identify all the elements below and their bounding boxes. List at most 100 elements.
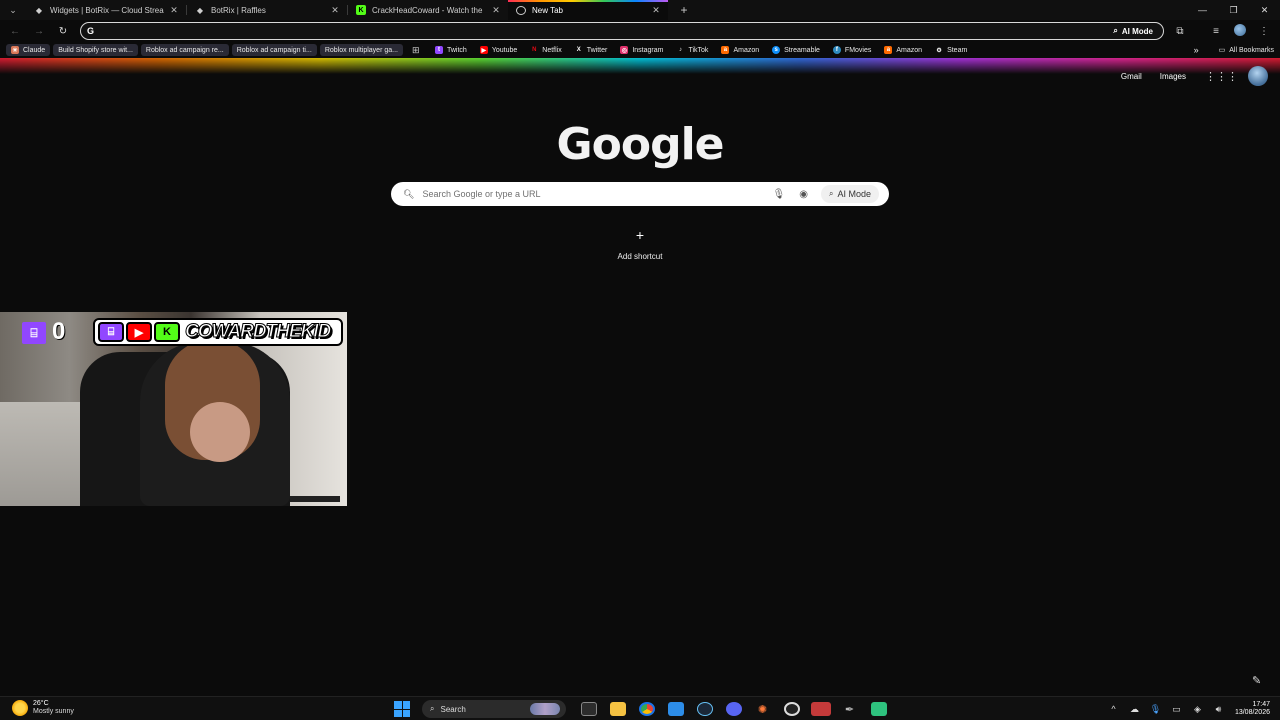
all-bookmarks-link[interactable]: All Bookmarks bbox=[1229, 47, 1274, 54]
tab-strip: ⌄ ◆ Widgets | BotRix — Cloud Strea ✕ ◆ B… bbox=[0, 0, 1280, 20]
bookmark-streamable[interactable]: s Streamable bbox=[767, 44, 825, 56]
omnibox-ai-mode-button[interactable]: ⌕ AI Mode bbox=[1113, 26, 1153, 36]
bookmark-tiktok[interactable]: ♪ TikTok bbox=[671, 44, 713, 56]
bookmark-youtube[interactable]: ▶ Youtube bbox=[475, 44, 522, 56]
taskbar-search[interactable]: ⌕ Search bbox=[422, 700, 566, 718]
window-close-icon[interactable]: ✕ bbox=[1249, 0, 1280, 20]
bookmark-label: Youtube bbox=[491, 46, 518, 54]
webcam-streamer-face bbox=[190, 402, 250, 462]
voicemeeter-icon[interactable] bbox=[806, 697, 835, 720]
discord-icon[interactable] bbox=[719, 697, 748, 720]
reload-icon[interactable]: ↻ bbox=[51, 26, 75, 37]
weather-description: Mostly sunny bbox=[33, 708, 74, 715]
bookmark-roblox-2[interactable]: Roblox ad campaign ti... bbox=[231, 44, 317, 56]
chevron-right-icon[interactable]: » bbox=[1194, 45, 1199, 55]
taskbar-clock[interactable]: 17:47 13/08/2026 bbox=[1235, 701, 1270, 717]
weather-widget[interactable]: 26°C Mostly sunny bbox=[12, 700, 74, 716]
search-icon: ⌕ bbox=[430, 704, 435, 713]
monitor-icon[interactable]: ▭ bbox=[1166, 704, 1187, 715]
chevron-up-icon[interactable]: ^ bbox=[1103, 704, 1124, 714]
obs-icon[interactable] bbox=[777, 697, 806, 720]
search-icon: 🔍︎ bbox=[403, 188, 415, 199]
minimize-icon[interactable]: — bbox=[1187, 0, 1218, 20]
extensions-puzzle-icon[interactable]: ⧉ bbox=[1168, 26, 1192, 37]
google-apps-grid-icon[interactable]: ⋮⋮⋮ bbox=[1205, 70, 1238, 83]
youtube-icon: ▶ bbox=[479, 46, 488, 54]
bookmark-amazon-2[interactable]: a Amazon bbox=[879, 44, 927, 56]
google-lens-icon[interactable]: ◉ bbox=[799, 189, 808, 200]
new-tab-plus-icon[interactable]: + bbox=[674, 3, 694, 17]
ai-mode-label: AI Mode bbox=[837, 189, 871, 199]
tab-widgets-botrix[interactable]: ◆ Widgets | BotRix — Cloud Strea ✕ bbox=[26, 0, 186, 20]
media-controls-icon[interactable]: ≡ bbox=[1204, 26, 1228, 37]
bookmark-claude[interactable]: ✳ Claude bbox=[6, 44, 51, 56]
microphone-icon[interactable]: 🎙︎ bbox=[773, 189, 786, 200]
ntp-header: Gmail Images ⋮⋮⋮ bbox=[1112, 66, 1268, 86]
photos-icon[interactable] bbox=[661, 697, 690, 720]
bookmark-roblox-1[interactable]: Roblox ad campaign re... bbox=[140, 44, 229, 56]
instagram-icon: ◎ bbox=[620, 46, 629, 54]
file-explorer-icon[interactable] bbox=[603, 697, 632, 720]
restore-icon[interactable]: ❐ bbox=[1218, 0, 1249, 20]
add-shortcut-button[interactable]: + Add shortcut bbox=[600, 226, 680, 261]
bookmark-label: Twitch bbox=[446, 46, 467, 54]
close-icon[interactable]: ✕ bbox=[329, 5, 341, 16]
bookmark-label: TikTok bbox=[688, 46, 709, 54]
bookmark-fmovies[interactable]: f FMovies bbox=[828, 44, 876, 56]
task-view-icon[interactable] bbox=[574, 697, 603, 720]
images-link[interactable]: Images bbox=[1160, 72, 1186, 81]
tab-search-icon[interactable]: ⌄ bbox=[0, 0, 26, 20]
search-input[interactable] bbox=[422, 189, 766, 199]
teams-chat-icon[interactable] bbox=[864, 697, 893, 720]
google-search-box[interactable]: 🔍︎ 🎙︎ ◉ ⌕ AI Mode bbox=[391, 182, 889, 206]
steam-icon[interactable] bbox=[690, 697, 719, 720]
pen-app-icon[interactable]: ✒ bbox=[835, 697, 864, 720]
fmovies-icon: f bbox=[832, 46, 841, 54]
close-icon[interactable]: ✕ bbox=[168, 5, 180, 16]
youtube-icon: ▶ bbox=[126, 322, 152, 342]
kebab-menu-icon[interactable]: ⋮ bbox=[1252, 26, 1276, 37]
address-bar[interactable]: G ⌕ AI Mode bbox=[80, 22, 1164, 40]
bookmark-label: Twitter bbox=[586, 46, 608, 54]
bookmark-label: Instagram bbox=[632, 46, 664, 54]
customize-pencil-icon[interactable]: ✎ bbox=[1252, 674, 1261, 687]
close-icon[interactable]: ✕ bbox=[650, 5, 662, 16]
ai-search-icon: ⌕ bbox=[828, 189, 834, 198]
network-icon[interactable]: ◈ bbox=[1187, 704, 1208, 715]
bookmark-twitch[interactable]: t Twitch bbox=[430, 44, 472, 56]
weather-temperature: 26°C bbox=[33, 700, 49, 707]
onedrive-cloud-icon[interactable]: ☁ bbox=[1124, 704, 1145, 715]
tab-botrix-raffles[interactable]: ◆ BotRix | Raffles ✕ bbox=[187, 0, 347, 20]
bookmark-netflix[interactable]: N Netflix bbox=[525, 44, 566, 56]
close-icon[interactable]: ✕ bbox=[490, 5, 502, 16]
tab-title: New Tab bbox=[532, 5, 563, 15]
back-arrow-icon[interactable]: ← bbox=[3, 26, 27, 37]
channel-name: COWARDTHEKID bbox=[184, 321, 331, 343]
gmail-link[interactable]: Gmail bbox=[1121, 72, 1142, 81]
bookmark-amazon[interactable]: a Amazon bbox=[716, 44, 764, 56]
tab-crackheadcoward[interactable]: K CrackHeadCoward - Watch the ✕ bbox=[348, 0, 508, 20]
bookmark-roblox-3[interactable]: Roblox multiplayer ga... bbox=[319, 44, 403, 56]
ai-mode-button[interactable]: ⌕ AI Mode bbox=[820, 185, 879, 203]
address-input[interactable] bbox=[100, 26, 1114, 36]
tab-new-tab[interactable]: New Tab ✕ bbox=[508, 0, 668, 20]
chrome-icon[interactable] bbox=[632, 697, 661, 720]
plus-icon: + bbox=[635, 227, 645, 243]
starburst-app-icon[interactable]: ✺ bbox=[748, 697, 777, 720]
amazon-icon: a bbox=[721, 46, 730, 54]
account-avatar[interactable] bbox=[1248, 66, 1268, 86]
channel-banner: ⌸ ▶ K COWARDTHEKID bbox=[93, 318, 343, 346]
bookmark-shopify[interactable]: Build Shopify store wit... bbox=[53, 44, 138, 56]
bookmark-twitter[interactable]: X Twitter bbox=[570, 44, 613, 56]
forward-arrow-icon[interactable]: → bbox=[27, 26, 51, 37]
microphone-icon[interactable]: 🎙︎ bbox=[1145, 704, 1166, 715]
add-shortcut-label: Add shortcut bbox=[617, 252, 663, 261]
bookmark-steam[interactable]: ⚙ Steam bbox=[930, 44, 972, 56]
apps-grid-icon[interactable]: ⊞ bbox=[412, 45, 424, 56]
ai-mode-label: AI Mode bbox=[1121, 26, 1153, 36]
windows-start-icon[interactable] bbox=[394, 701, 410, 717]
profile-avatar[interactable] bbox=[1228, 23, 1252, 39]
window-controls: — ❐ ✕ bbox=[1187, 0, 1280, 20]
bookmark-instagram[interactable]: ◎ Instagram bbox=[615, 44, 668, 56]
volume-icon[interactable]: 🔊︎ bbox=[1208, 704, 1229, 715]
